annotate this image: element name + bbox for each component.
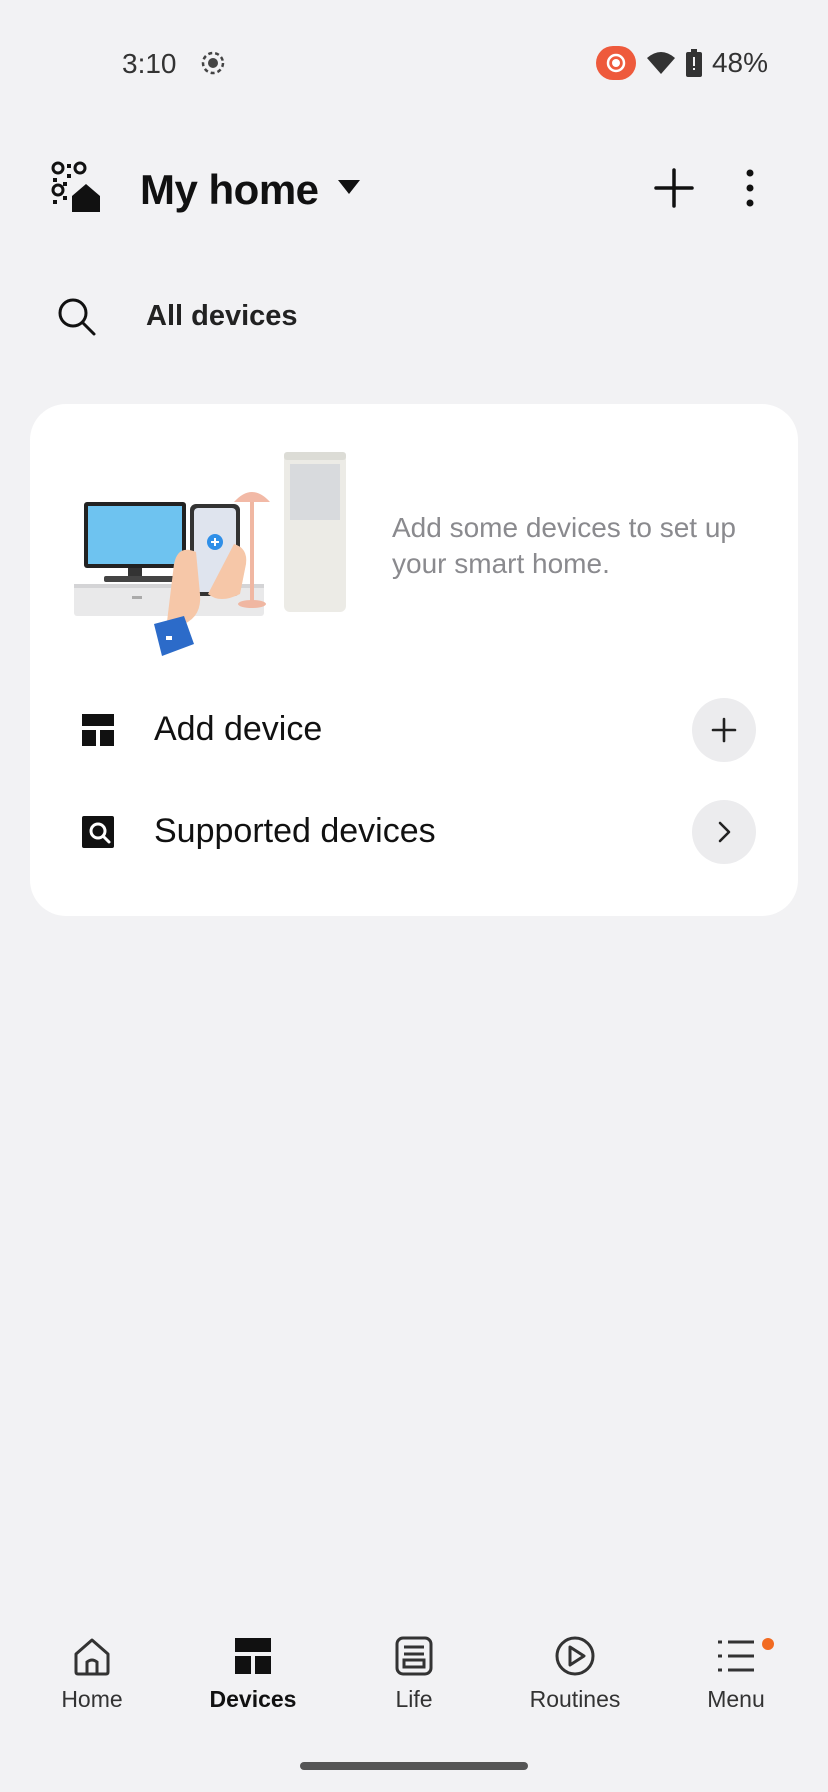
gesture-home-indicator[interactable] <box>300 1762 528 1770</box>
more-options-icon[interactable] <box>738 164 762 212</box>
nav-life-label: Life <box>395 1686 433 1712</box>
nav-routines[interactable]: Routines <box>505 1618 645 1728</box>
app-header: My home <box>0 160 828 260</box>
nav-menu[interactable]: Menu <box>666 1618 806 1728</box>
add-icon[interactable] <box>650 164 698 212</box>
battery-icon <box>685 49 702 77</box>
screen-record-icon <box>201 51 225 75</box>
nav-home-label: Home <box>61 1686 123 1712</box>
status-bar: 3:10 48% <box>0 40 828 90</box>
nav-devices-label: Devices <box>209 1686 297 1712</box>
plus-icon <box>711 717 737 743</box>
add-device-button[interactable] <box>692 698 756 762</box>
nav-devices[interactable]: Devices <box>183 1618 323 1728</box>
menu-icon <box>718 1640 754 1672</box>
supported-devices-row[interactable]: Supported devices <box>30 792 798 872</box>
routines-icon <box>555 1636 595 1676</box>
home-icon <box>74 1638 110 1676</box>
cast-icon <box>595 46 636 80</box>
screen: 3:10 48% My home All devices Add some de… <box>0 0 828 1792</box>
wifi-icon <box>646 52 675 74</box>
all-devices-search[interactable]: All devices <box>0 290 828 350</box>
supported-devices-button[interactable] <box>692 800 756 864</box>
life-icon <box>395 1636 433 1676</box>
bottom-navigation: Home Devices Life Routines Menu <box>0 1618 828 1728</box>
nav-life[interactable]: Life <box>344 1618 484 1728</box>
menu-notification-badge <box>762 1638 774 1650</box>
dropdown-icon[interactable] <box>336 178 362 196</box>
empty-devices-card: Add some devices to set up your smart ho… <box>30 404 798 916</box>
add-device-label[interactable]: Add device <box>154 710 322 749</box>
nav-home[interactable]: Home <box>22 1618 162 1728</box>
search-device-icon <box>82 816 114 848</box>
all-devices-label[interactable]: All devices <box>146 300 298 333</box>
add-device-row[interactable]: Add device <box>30 690 798 770</box>
devices-grid-icon <box>82 714 114 746</box>
nav-routines-label: Routines <box>529 1686 621 1712</box>
devices-icon <box>235 1638 271 1674</box>
status-icons: 48% <box>595 46 768 80</box>
battery-percent: 48% <box>711 47 768 78</box>
chevron-right-icon <box>718 821 731 843</box>
status-time: 3:10 <box>122 48 177 79</box>
supported-devices-label[interactable]: Supported devices <box>154 812 436 851</box>
nav-menu-label: Menu <box>707 1686 765 1712</box>
qr-home-icon[interactable] <box>50 160 104 214</box>
smart-home-illustration <box>74 452 346 656</box>
search-icon[interactable] <box>56 296 98 338</box>
home-title[interactable]: My home <box>140 166 319 214</box>
empty-state-message: Add some devices to set up your smart ho… <box>392 512 736 579</box>
